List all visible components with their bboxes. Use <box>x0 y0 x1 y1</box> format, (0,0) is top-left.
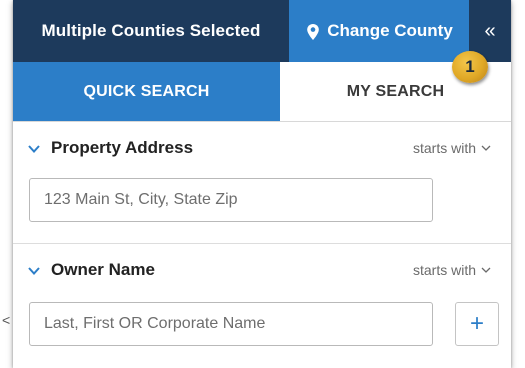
property-address-match-dropdown[interactable]: starts with <box>413 140 491 156</box>
search-tabs: QUICK SEARCH MY SEARCH <box>13 62 511 122</box>
change-county-label: Change County <box>327 21 453 40</box>
screenshot-canvas: < Multiple Counties Selected Change Coun… <box>0 0 525 368</box>
property-address-header[interactable]: Property Address starts with <box>13 136 511 162</box>
property-address-section: Property Address starts with 123 Main St… <box>13 122 511 244</box>
match-mode-label: starts with <box>412 140 476 156</box>
owner-name-match-dropdown[interactable]: starts with <box>413 262 491 278</box>
chevron-down-icon <box>28 145 40 153</box>
search-panel: Multiple Counties Selected Change County… <box>13 0 511 368</box>
edge-arrow-glyph: < <box>2 312 11 328</box>
match-mode-label: starts with <box>412 262 476 278</box>
step-number-badge: 1 <box>452 51 488 83</box>
chevron-down-icon <box>28 267 40 275</box>
caret-down-icon <box>481 145 491 151</box>
property-address-title: Property Address <box>51 138 194 157</box>
caret-down-icon <box>481 267 491 273</box>
change-county-button[interactable]: Change County <box>289 0 469 62</box>
owner-name-title: Owner Name <box>51 260 155 279</box>
county-header: Multiple Counties Selected Change County… <box>13 0 511 62</box>
plus-icon: + <box>469 310 484 337</box>
owner-name-section: Owner Name starts with Last, First OR Co… <box>13 244 511 368</box>
owner-name-header[interactable]: Owner Name starts with <box>13 258 511 284</box>
selected-counties-label: Multiple Counties Selected <box>41 21 261 40</box>
owner-name-input[interactable]: Last, First OR Corporate Name <box>29 302 433 346</box>
double-chevron-left-icon: « <box>484 19 496 42</box>
tab-quick-search[interactable]: QUICK SEARCH <box>13 62 280 121</box>
add-owner-button[interactable]: + <box>455 302 499 346</box>
map-marker-icon <box>307 24 319 40</box>
property-address-input[interactable]: 123 Main St, City, State Zip <box>29 178 433 222</box>
